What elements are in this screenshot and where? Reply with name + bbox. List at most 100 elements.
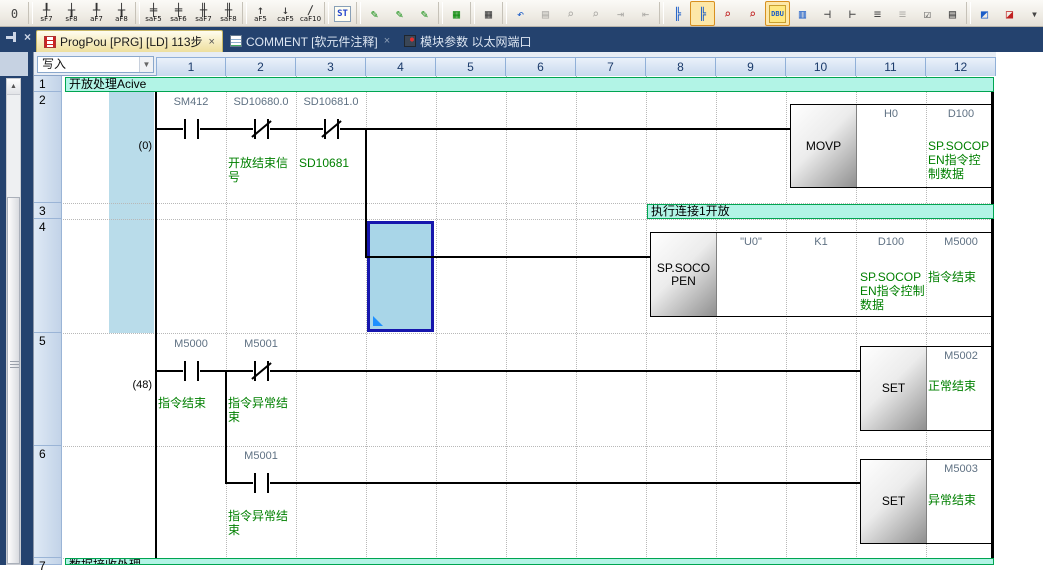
undo-icon[interactable]: ↶ <box>508 1 533 26</box>
close-icon[interactable]: × <box>24 31 31 43</box>
selected-cell[interactable] <box>367 221 434 332</box>
operand: M5003 <box>926 463 996 475</box>
pin-icon[interactable] <box>6 31 18 43</box>
row-header[interactable]: 6 <box>34 446 62 558</box>
row-header[interactable]: 2 <box>34 92 62 203</box>
edit-statement-icon[interactable]: ✎ <box>387 1 412 26</box>
rung-comment[interactable]: 数据接收处理 <box>65 558 994 565</box>
pulse-ne-closed-contact-icon[interactable]: ╪ saF6 <box>166 1 191 26</box>
pulse-ne-contact-icon[interactable]: ╪ saF5 <box>141 1 166 26</box>
nc-contact[interactable] <box>323 119 340 139</box>
no-contact[interactable] <box>183 361 200 381</box>
chevron-down-icon[interactable]: ▼ <box>139 57 153 72</box>
insert-row-icon[interactable]: ⊣ <box>815 1 840 26</box>
row-headers: 1234567 <box>34 76 62 565</box>
gridline <box>506 76 507 565</box>
ladder-editor[interactable]: 写入 ▼ 123456789101112 1234567 开放处理Acive 执… <box>33 52 1043 565</box>
operand: M5002 <box>926 350 996 362</box>
insert-line-icon[interactable]: ⇥ <box>608 1 633 26</box>
tab-close-icon[interactable]: × <box>384 35 390 47</box>
step-number: (48) <box>108 379 152 391</box>
nc-contact[interactable] <box>253 119 270 139</box>
display-format-tree-icon[interactable]: ╠ <box>665 1 690 26</box>
tab-progpou[interactable]: ProgPou [PRG] [LD] 113步 × <box>36 30 223 52</box>
rising-pulse-contact-icon[interactable]: ╀ sF7 <box>34 1 59 26</box>
column-header: 3 <box>296 57 366 76</box>
edit-marker-icon <box>373 316 383 326</box>
find-device-icon[interactable]: ⌕ <box>715 1 740 26</box>
search-icon[interactable]: ⌕ <box>558 1 583 26</box>
cross-reference-icon[interactable]: ◩ <box>972 1 997 26</box>
toolbar-separator <box>502 2 507 24</box>
note-batch-icon[interactable]: ▦ <box>476 1 501 26</box>
option-check-icon[interactable]: ☑ <box>915 1 940 26</box>
mode-select[interactable]: 写入 ▼ <box>37 56 154 73</box>
wire <box>225 370 227 484</box>
column-header: 12 <box>926 57 996 76</box>
invert-line-icon[interactable]: ∕ caF10 <box>298 1 323 26</box>
scrollbar-thumb[interactable] <box>7 197 20 564</box>
statement-list-icon[interactable]: ▤ <box>940 1 965 26</box>
db-transfer-icon[interactable]: ▥ <box>790 1 815 26</box>
rung-comment[interactable]: 开放处理Acive <box>65 77 994 92</box>
device-batch-monitor-icon[interactable]: DBU <box>765 1 790 26</box>
align-note-icon[interactable]: ≡ <box>890 1 915 26</box>
delete-row-icon[interactable]: ⊢ <box>840 1 865 26</box>
column-header: 1 <box>156 57 226 76</box>
tab-close-icon[interactable]: × <box>209 36 215 48</box>
search-next-icon[interactable]: ⌕ <box>583 1 608 26</box>
vertical-scrollbar[interactable]: ▲ <box>6 78 21 565</box>
row-header[interactable]: 4 <box>34 219 62 333</box>
pulse-ne-or-contact-icon[interactable]: ╫ saF7 <box>191 1 216 26</box>
tab-comment[interactable]: COMMENT [软元件注释] × <box>223 30 397 52</box>
step-number: (0) <box>108 140 152 152</box>
instruction-mnemonic: SET <box>861 347 927 430</box>
redo-icon[interactable]: ▤ <box>533 1 558 26</box>
toolbar-separator <box>470 2 475 24</box>
rising-convert-icon[interactable]: ↑ aF5 <box>248 1 273 26</box>
scroll-up-button[interactable]: ▲ <box>7 79 20 95</box>
edit-note-icon[interactable]: ✎ <box>412 1 437 26</box>
no-contact[interactable] <box>253 473 270 493</box>
delete-line-icon[interactable]: ⇤ <box>633 1 658 26</box>
falling-pulse-closed-contact-icon[interactable]: ╁ aF8 <box>109 1 134 26</box>
left-power-rail <box>155 92 157 565</box>
row-header[interactable]: 5 <box>34 333 62 446</box>
instruction-mnemonic: SP.SOCOPEN <box>651 233 717 316</box>
edit-device-comment-icon[interactable]: ✎ <box>362 1 387 26</box>
row-header[interactable]: 1 <box>34 76 62 92</box>
operand: H0 <box>856 108 926 120</box>
align-statement-icon[interactable]: ≡ <box>865 1 890 26</box>
tab-module-param[interactable]: 模块参数 以太网端口 <box>397 30 538 52</box>
falling-pulse-contact-icon[interactable]: ╁ sF8 <box>59 1 84 26</box>
toolbar-overflow-button[interactable]: ▾ <box>1022 1 1043 26</box>
toolbar-separator <box>324 2 329 24</box>
row-header[interactable]: 7 <box>34 558 62 565</box>
falling-convert-icon[interactable]: ↓ caF5 <box>273 1 298 26</box>
statement-icon[interactable]: ST <box>330 1 355 26</box>
register-watch-icon[interactable]: ⌕ <box>740 1 765 26</box>
toolbar-separator <box>242 2 247 24</box>
rising-pulse-closed-contact-icon[interactable]: ╀ aF7 <box>84 1 109 26</box>
toolbar-separator <box>135 2 140 24</box>
partial-clipped-icon[interactable]: 0 <box>2 1 27 26</box>
wire <box>225 482 860 484</box>
gridline <box>63 446 992 447</box>
column-header: 11 <box>856 57 926 76</box>
no-contact[interactable] <box>183 119 200 139</box>
nc-contact[interactable] <box>253 361 270 381</box>
operand-comment: 异常结束 <box>928 493 992 507</box>
column-header: 6 <box>506 57 576 76</box>
column-header: 4 <box>366 57 436 76</box>
tab-icon <box>230 35 242 47</box>
toolbar-separator <box>966 2 971 24</box>
display-comment-toggle-icon[interactable]: ╠ <box>690 1 715 26</box>
row-header[interactable]: 3 <box>34 203 62 219</box>
rung-comment[interactable]: 执行连接1开放 <box>647 204 994 219</box>
wire <box>156 128 790 130</box>
device-list-icon[interactable]: ◪ <box>997 1 1022 26</box>
operand: M5000 <box>926 236 996 248</box>
pulse-ne-or-closed-contact-icon[interactable]: ╫ saF8 <box>216 1 241 26</box>
device-comment-batch-icon[interactable]: ▦ <box>444 1 469 26</box>
dock-corner-block <box>0 52 28 76</box>
